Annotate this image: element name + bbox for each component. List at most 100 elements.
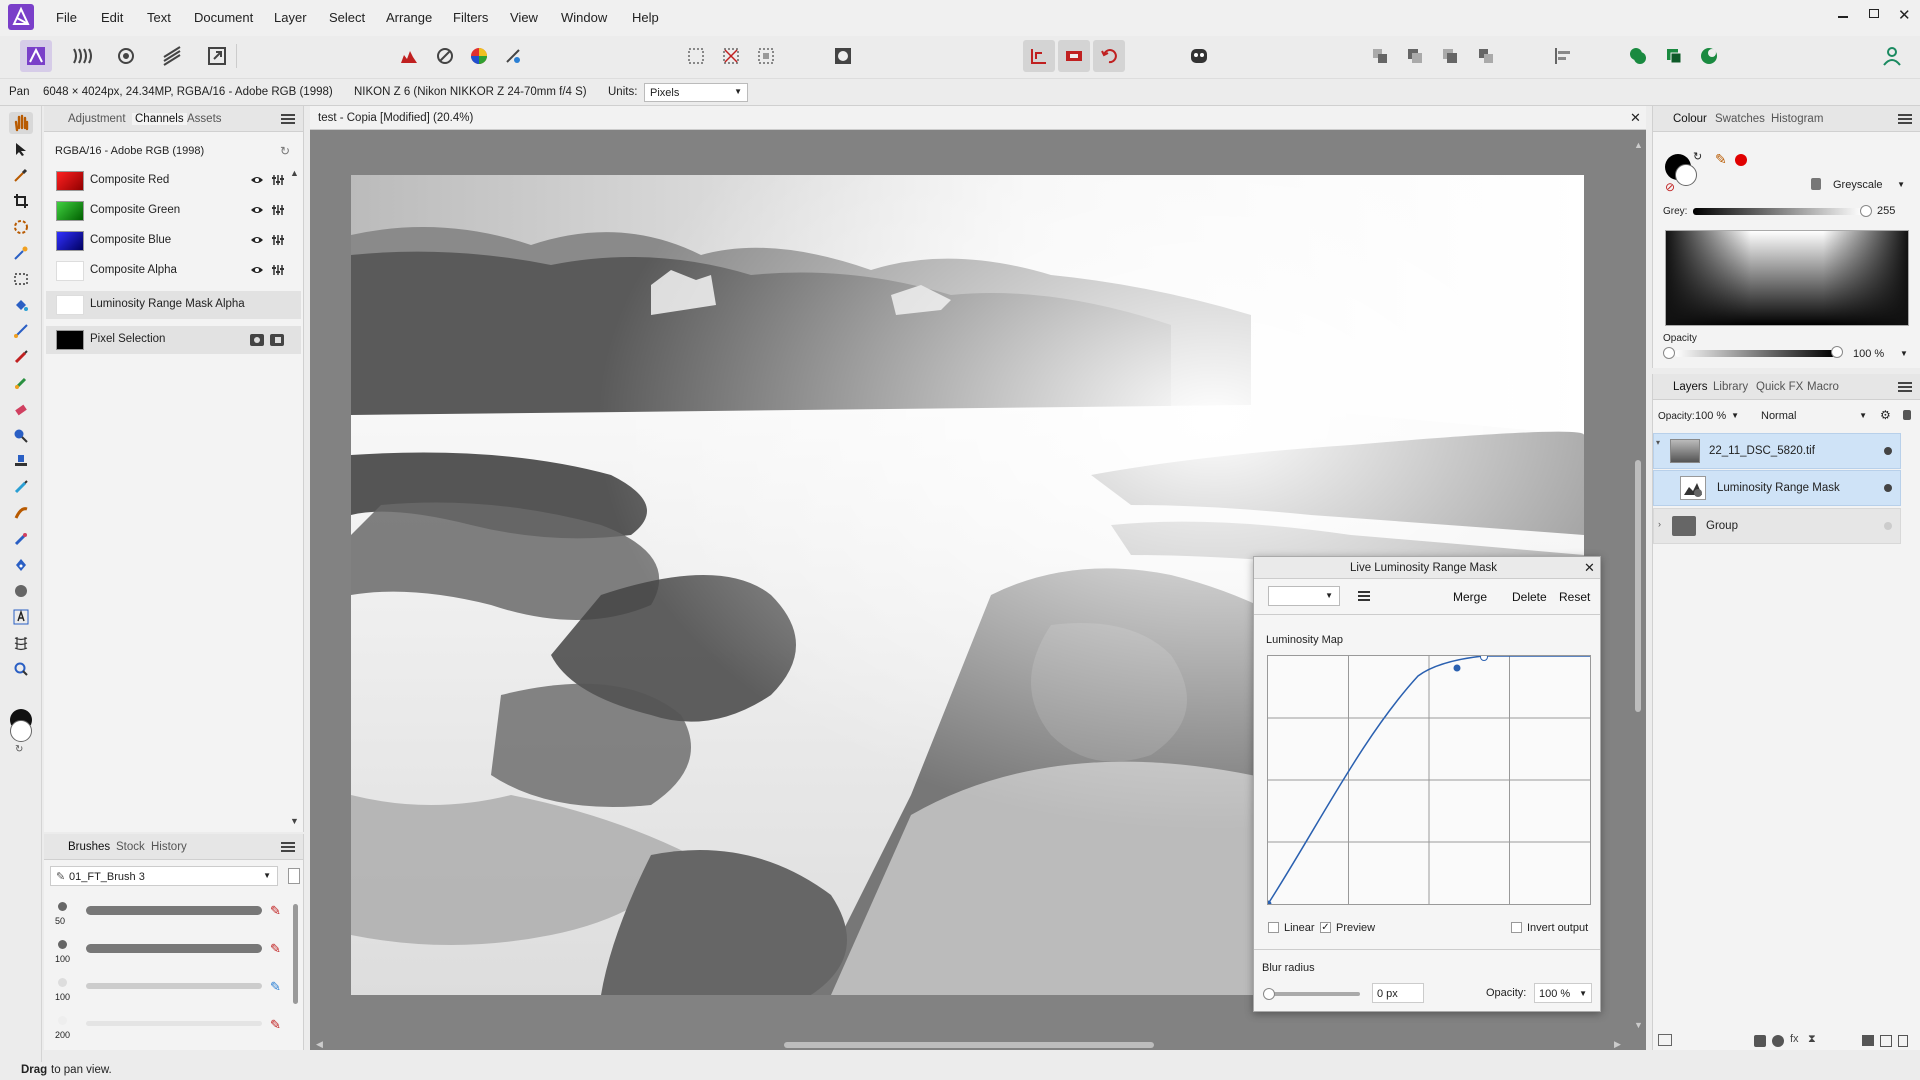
clone-brush-tool-icon[interactable] — [9, 450, 33, 472]
menu-document[interactable]: Document — [194, 10, 253, 25]
reset-button[interactable]: Reset — [1559, 590, 1590, 612]
move-tool-icon[interactable] — [9, 138, 33, 160]
mesh-warp-tool-icon[interactable] — [9, 632, 33, 654]
linear-checkbox[interactable] — [1268, 922, 1279, 933]
menu-edit[interactable]: Edit — [101, 10, 123, 25]
white-balance-icon[interactable] — [429, 40, 461, 72]
gear-icon[interactable]: ⚙ — [1880, 408, 1891, 422]
menu-text[interactable]: Text — [147, 10, 171, 25]
channel-row[interactable]: Composite Red — [46, 167, 301, 195]
channel-row[interactable]: Composite Green — [46, 197, 301, 225]
brush-item[interactable]: 100 ✎ — [50, 976, 281, 1006]
snapping-icon[interactable] — [1023, 40, 1055, 72]
invert-output-checkbox[interactable] — [1511, 922, 1522, 933]
erase-brush-tool-icon[interactable] — [9, 398, 33, 420]
close-window-button[interactable]: ✕ — [1898, 6, 1911, 24]
panel-menu-icon[interactable] — [1898, 114, 1912, 124]
layer-visibility-icon[interactable] — [1884, 522, 1892, 530]
channel-options-icon[interactable] — [271, 205, 285, 215]
preset-menu-icon[interactable] — [1358, 591, 1370, 601]
eye-icon[interactable] — [250, 205, 264, 215]
layer-opacity-select[interactable]: 100 % ▼ — [1693, 407, 1741, 425]
account-icon[interactable] — [1876, 40, 1908, 72]
pen-tool-icon[interactable] — [9, 554, 33, 576]
arrange-front-icon[interactable] — [1364, 40, 1396, 72]
channel-row[interactable]: Composite Alpha — [46, 257, 301, 285]
grey-slider-handle[interactable] — [1860, 205, 1872, 217]
brush-item[interactable]: 200 ✎ — [50, 1014, 281, 1044]
brush-category-select[interactable]: ✎ 01_FT_Brush 3 ▼ — [50, 866, 278, 886]
eye-icon[interactable] — [250, 175, 264, 185]
trash-icon[interactable] — [288, 868, 300, 884]
colour-wheel-box[interactable] — [1665, 230, 1909, 326]
export-persona-button[interactable] — [201, 40, 233, 72]
photo-persona-button[interactable] — [20, 40, 52, 72]
eye-icon[interactable] — [250, 265, 264, 275]
blemish-tool-icon[interactable] — [9, 502, 33, 524]
panel-menu-icon[interactable] — [281, 842, 295, 852]
add-layer-icon[interactable] — [1880, 1035, 1892, 1047]
blur-radius-slider[interactable] — [1266, 992, 1360, 996]
swap-colors-icon[interactable]: ↻ — [1693, 150, 1702, 163]
menu-layer[interactable]: Layer — [274, 10, 307, 25]
curve-point[interactable] — [1453, 664, 1461, 672]
levels-icon[interactable] — [393, 40, 425, 72]
tab-macro[interactable]: Macro — [1807, 381, 1839, 393]
live-filter-icon[interactable]: ⧗ — [1808, 1033, 1816, 1046]
layer-visibility-icon[interactable] — [1884, 484, 1892, 492]
marquee-select-icon[interactable] — [680, 40, 712, 72]
panel-menu-icon[interactable] — [1898, 382, 1912, 392]
develop-persona-button[interactable] — [110, 40, 142, 72]
eye-icon[interactable] — [250, 235, 264, 245]
arrange-backward-icon[interactable] — [1434, 40, 1466, 72]
arrange-back-icon[interactable] — [1470, 40, 1502, 72]
ellipse-tool-icon[interactable] — [9, 580, 33, 602]
marquee-tool-icon[interactable] — [9, 268, 33, 290]
chevron-right-icon[interactable]: › — [1658, 519, 1661, 529]
tab-quick-fx[interactable]: Quick FX — [1756, 381, 1803, 393]
preset-select[interactable]: ▼ — [1268, 586, 1340, 606]
scroll-down-icon[interactable]: ▼ — [290, 816, 299, 826]
tab-brushes[interactable]: Brushes — [68, 841, 110, 853]
flood-fill-tool-icon[interactable] — [9, 294, 33, 316]
hand-tool-icon[interactable] — [9, 112, 33, 134]
channel-row[interactable]: Composite Blue — [46, 227, 301, 255]
canvas-scroll-right-icon[interactable]: ▶ — [1614, 1039, 1621, 1050]
deselect-icon[interactable] — [715, 40, 747, 72]
delete-button[interactable]: Delete — [1512, 590, 1547, 612]
blur-radius-input[interactable]: 0 px — [1372, 983, 1424, 1003]
lock-icon[interactable] — [1903, 410, 1911, 420]
blend-mode-select[interactable]: Normal ▼ — [1757, 407, 1869, 425]
dodge-brush-tool-icon[interactable] — [9, 424, 33, 446]
curve-point[interactable] — [1268, 900, 1272, 905]
channel-row[interactable]: Pixel Selection — [46, 326, 301, 354]
secondary-color-swatch[interactable] — [10, 720, 32, 742]
hsl-icon[interactable] — [463, 40, 495, 72]
layer-row[interactable]: ▾ 22_11_DSC_5820.tif — [1653, 433, 1901, 469]
auto-correct-icon[interactable] — [497, 40, 529, 72]
brushes-scrollbar[interactable] — [293, 904, 298, 1004]
healing-brush-tool-icon[interactable] — [9, 476, 33, 498]
preview-checkbox[interactable]: ✓ — [1320, 922, 1331, 933]
selection-brush-tool-icon[interactable] — [9, 216, 33, 238]
delete-layer-icon[interactable] — [1898, 1035, 1908, 1047]
minimize-button[interactable] — [1838, 16, 1848, 18]
color-picker-tool-icon[interactable] — [9, 164, 33, 186]
chevron-down-icon[interactable]: ▼ — [1900, 349, 1908, 358]
help-assistant-icon[interactable] — [1183, 40, 1215, 72]
boolean-subtract-icon[interactable] — [1658, 40, 1690, 72]
panel-menu-icon[interactable] — [281, 114, 295, 124]
restore-button[interactable] — [1869, 9, 1879, 18]
color-replacement-tool-icon[interactable] — [9, 372, 33, 394]
scroll-up-icon[interactable]: ▲ — [290, 168, 299, 178]
colour-opacity-zero-icon[interactable] — [1663, 347, 1675, 359]
channel-row[interactable]: Luminosity Range Mask Alpha — [46, 291, 301, 319]
merge-button[interactable]: Merge — [1453, 590, 1487, 612]
menu-arrange[interactable]: Arrange — [386, 10, 432, 25]
color-picker-icon[interactable]: ✎ — [1715, 151, 1727, 168]
picked-color-swatch[interactable] — [1735, 154, 1747, 166]
canvas-scroll-down-icon[interactable]: ▼ — [1634, 1020, 1643, 1030]
quick-mask-icon[interactable] — [827, 40, 859, 72]
lock-icon[interactable] — [1811, 178, 1821, 190]
close-dialog-icon[interactable]: ✕ — [1584, 560, 1595, 576]
